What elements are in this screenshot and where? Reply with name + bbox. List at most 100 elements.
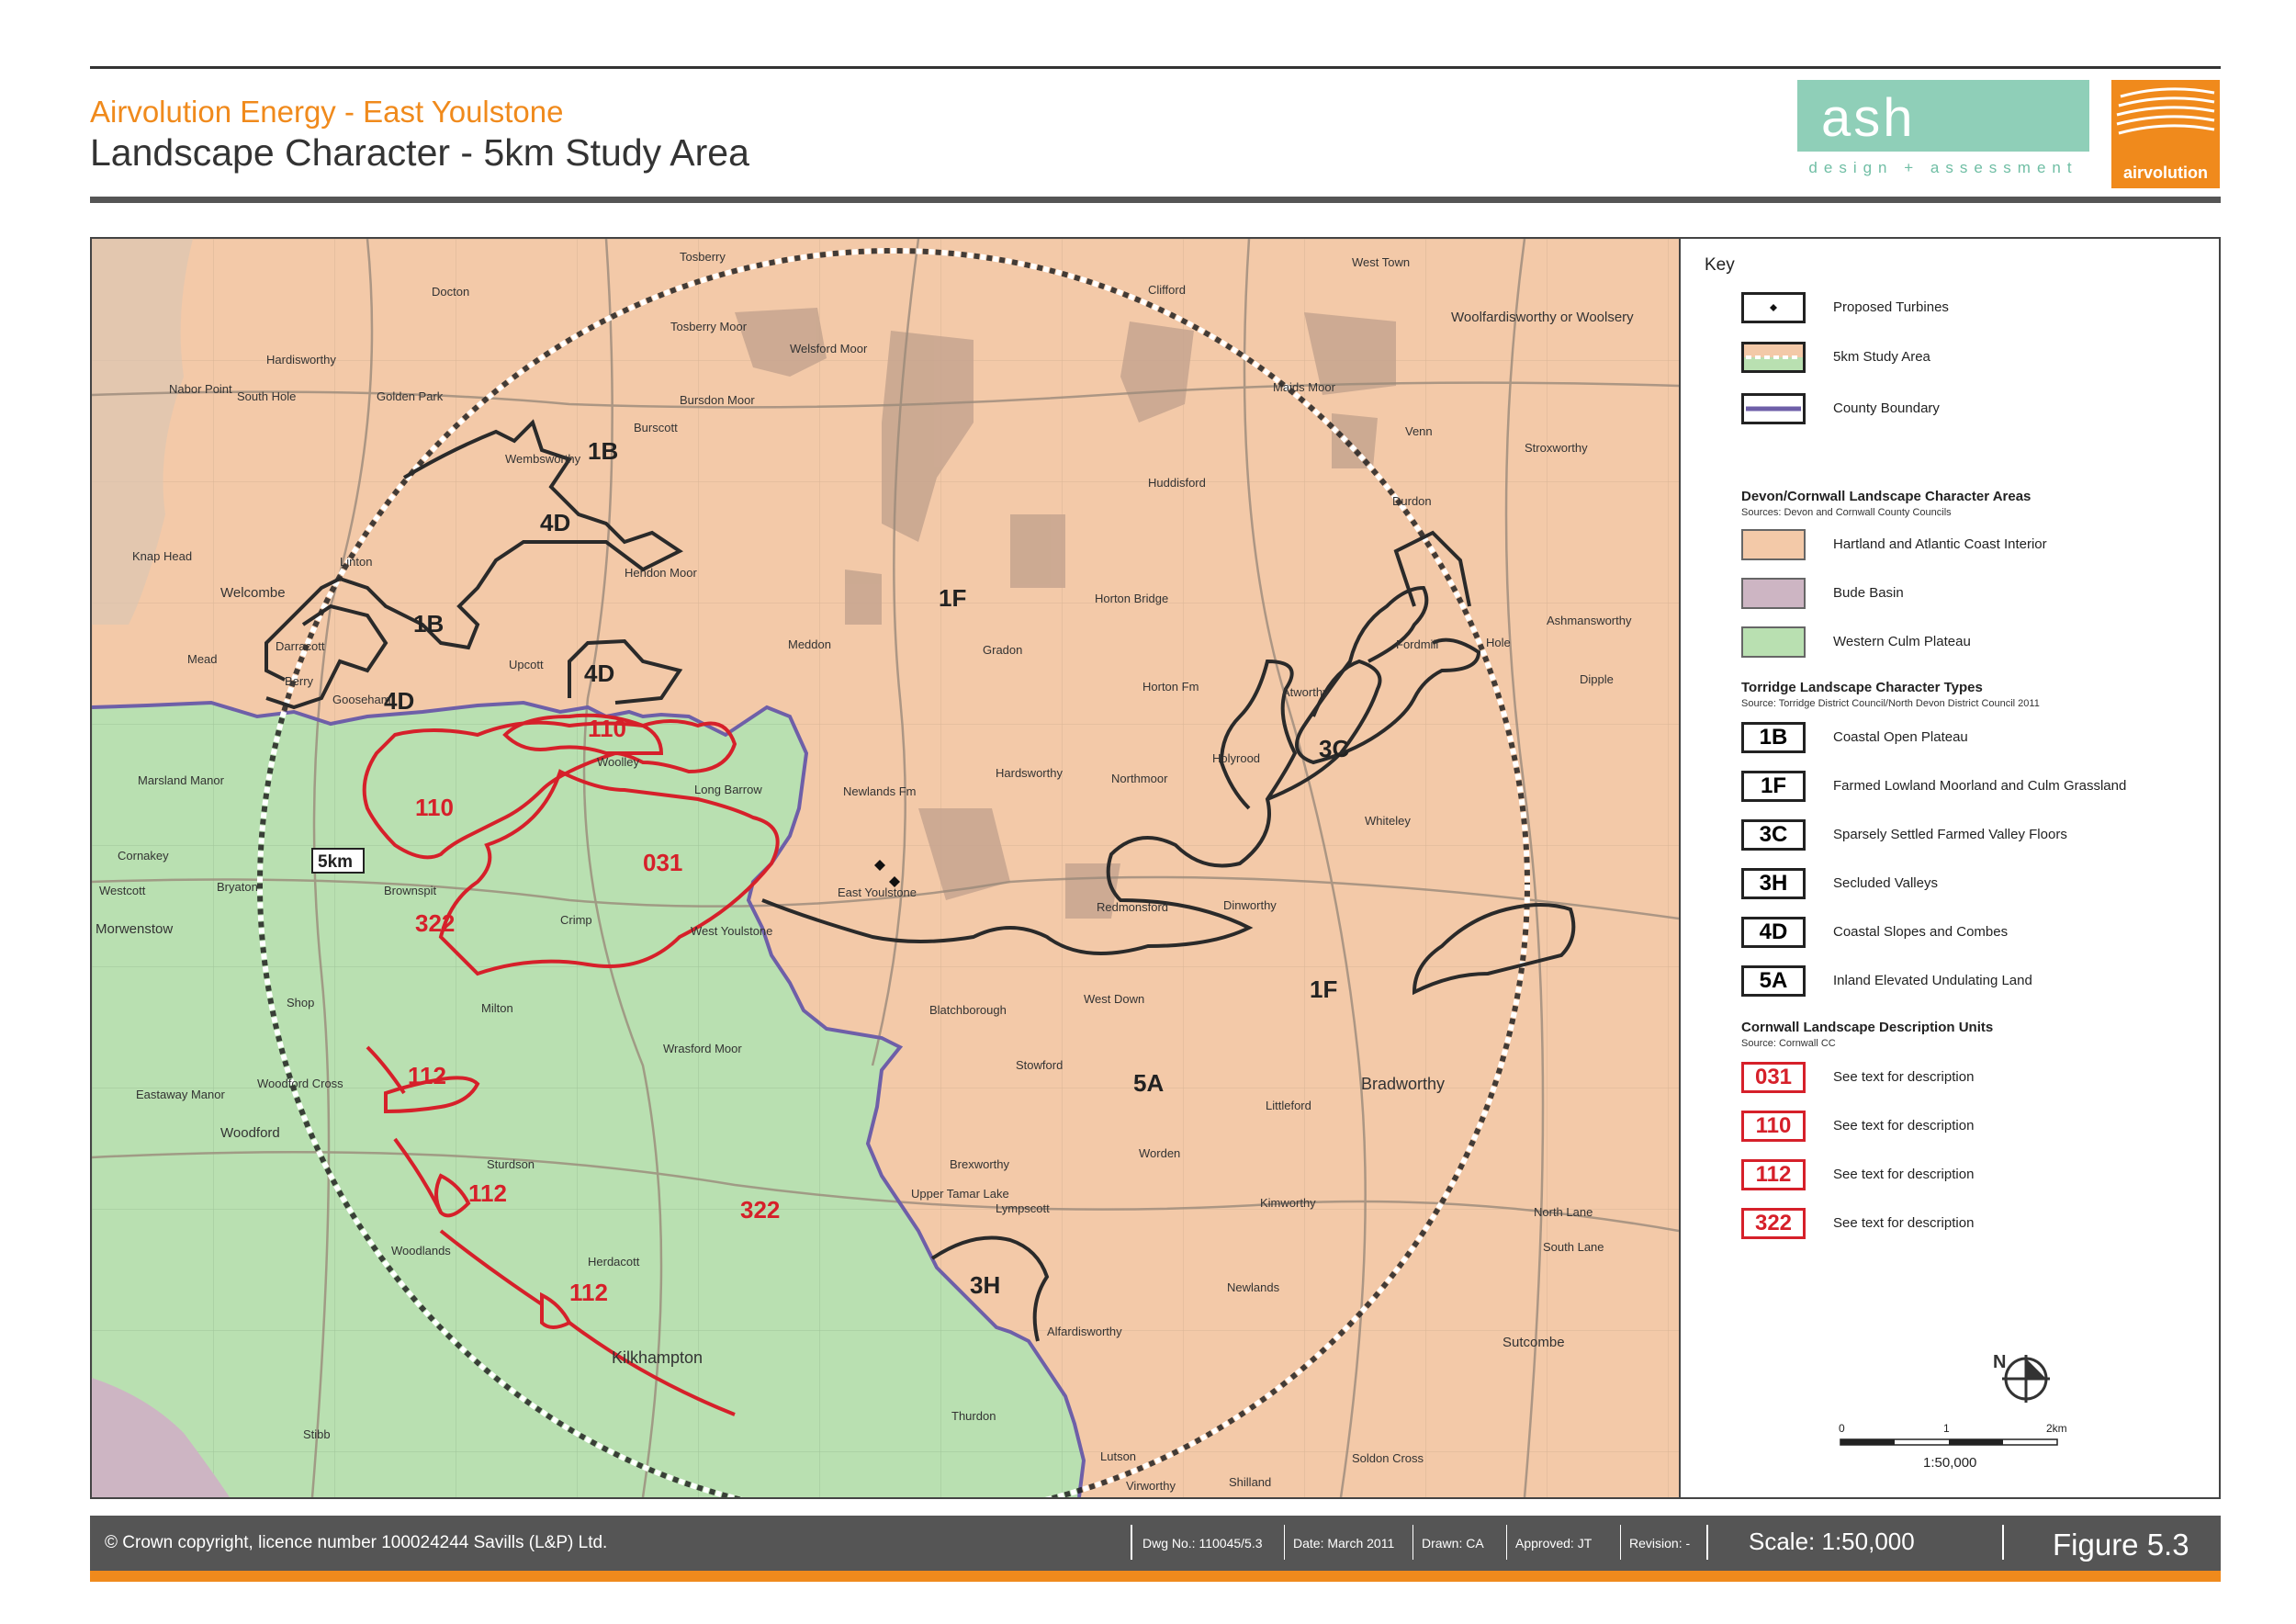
legend-row-study-area: 5km Study Area [1681,342,2219,378]
footer-divider [1412,1525,1413,1560]
place-name: Newlands Fm [843,784,916,798]
scale-tick-label: 1 [1943,1422,1950,1435]
legend-row-lct: 3H Secluded Valleys [1681,868,2219,905]
place-name: Knap Head [132,549,192,563]
footer-divider [1706,1525,1708,1560]
place-name: Clifford [1148,283,1186,297]
legend-row-ldu: 112 See text for description [1681,1159,2219,1196]
legend-label: See text for description [1833,1167,1975,1182]
legend-label: 5km Study Area [1833,349,1930,365]
study-area-label: 5km [318,852,353,872]
map-legend: Key Proposed Turbines 5km Study Area Cou… [1681,239,2219,1497]
place-name: Bradworthy [1361,1075,1445,1093]
place-name: Westcott [99,884,146,897]
landscape-map[interactable]: 1B 4D 1B 4D 4D 1F 3C 1F 5A 3H 110 110 03… [92,239,1679,1497]
revision: Revision: - [1629,1536,1691,1551]
place-name: Burscott [634,421,678,434]
culm-swatch [1741,626,1806,658]
place-name: Brownspit [384,884,436,897]
legend-label: Sparsely Settled Farmed Valley Floors [1833,827,2067,842]
place-name: Blatchborough [929,1003,1007,1017]
ldu-label-112-c: 112 [569,1279,608,1306]
place-name: Northmoor [1111,772,1168,785]
footer-bar: © Crown copyright, licence number 100024… [90,1516,2221,1571]
lct-label-3h: 3H [970,1271,1000,1299]
drawing-number: Dwg No.: 110045/5.3 [1142,1536,1263,1551]
county-boundary-line-icon [1741,393,1806,424]
project-name: Airvolution Energy - East Youlstone [90,95,564,129]
lct-code: 5A [1741,965,1806,997]
place-name: Crimp [560,913,592,927]
legend-label: Coastal Slopes and Combes [1833,924,2009,940]
legend-row-lct: 4D Coastal Slopes and Combes [1681,917,2219,953]
lct-code: 1B [1741,722,1806,753]
place-name: Bryaton [217,880,258,894]
lct-code: 3C [1741,819,1806,851]
place-name: Dinworthy [1223,898,1277,912]
place-name: Soldon Cross [1352,1451,1424,1465]
place-name: Wembsworthy [505,452,581,466]
place-name: Linton [340,555,372,569]
legend-label: Coastal Open Plateau [1833,729,1968,745]
place-name: Morwenstow [96,921,173,937]
place-name: Welsford Moor [790,342,868,355]
ldu-code: 031 [1741,1062,1806,1093]
airvolution-logo: airvolution [2111,80,2220,188]
approved-by: Approved: JT [1515,1536,1593,1551]
place-name: Venn [1405,424,1433,438]
place-name: Gradon [983,643,1022,657]
place-name: Woodlands [391,1244,451,1257]
ldu-label-322-east: 322 [740,1196,780,1224]
north-arrow-icon: N [1984,1346,2057,1424]
place-name: Hardisworthy [266,353,336,367]
legend-row-hartland: Hartland and Atlantic Coast Interior [1681,529,2219,566]
place-name: Woodford [220,1125,280,1141]
legend-row-lct: 1B Coastal Open Plateau [1681,722,2219,759]
ash-logo: ash design + assessment [1797,80,2089,186]
header-top-rule [90,66,2221,69]
place-name: Tosberry Moor [670,320,748,333]
legend-heading-cornwall-units: Cornwall Landscape Description Units [1741,1020,1994,1035]
legend-row-ldu: 322 See text for description [1681,1208,2219,1245]
legend-source-torridge: Source: Torridge District Council/North … [1741,698,2040,709]
lct-label-4d-north: 4D [540,509,570,536]
place-name: Virworthy [1126,1479,1176,1493]
place-name: Lutson [1100,1449,1136,1463]
place-name: Herdacott [588,1255,640,1269]
place-name: Atworthy [1282,685,1329,699]
place-name: Stibb [303,1427,331,1441]
scale-tick-label: 0 [1839,1422,1845,1435]
drawn-by: Drawn: CA [1422,1536,1484,1551]
place-name: Worden [1139,1146,1180,1160]
place-name: Sturdson [487,1157,535,1171]
place-name: Bursdon Moor [680,393,755,407]
place-name: Sutcombe [1503,1335,1565,1350]
map-area[interactable]: 1B 4D 1B 4D 4D 1F 3C 1F 5A 3H 110 110 03… [92,239,1681,1497]
place-name: Hardsworthy [996,766,1063,780]
place-name: Darracott [276,639,325,653]
place-name: Redmonsford [1097,900,1168,914]
ldu-label-031: 031 [643,849,682,876]
footer-divider [1620,1525,1621,1560]
north-label: N [1993,1352,2006,1372]
place-name: Woolfardisworthy or Woolsery [1451,310,1634,325]
place-name: Huddisford [1148,476,1206,490]
place-name: Dipple [1580,672,1614,686]
place-name: Hendon Moor [625,566,697,580]
legend-label: Proposed Turbines [1833,299,1949,315]
ldu-label-112-a: 112 [408,1062,446,1089]
place-name: South Hole [237,389,296,403]
place-name: Shop [287,996,314,1009]
study-area-swatch-icon [1741,342,1806,373]
place-name: Alfardisworthy [1047,1325,1122,1338]
lct-label-4d-central: 4D [584,660,614,687]
ash-logo-text: ash [1821,88,1916,148]
legend-label: Bude Basin [1833,585,1904,601]
place-name: Woolley [597,755,640,769]
airvolution-swoosh-icon [2116,87,2215,135]
lct-code: 4D [1741,917,1806,948]
drawing-date: Date: March 2011 [1293,1536,1395,1551]
scale-bar: 0 1 2km 1:50,000 [1839,1419,2077,1488]
place-name: West Town [1352,255,1410,269]
lct-label-5a: 5A [1133,1069,1164,1097]
